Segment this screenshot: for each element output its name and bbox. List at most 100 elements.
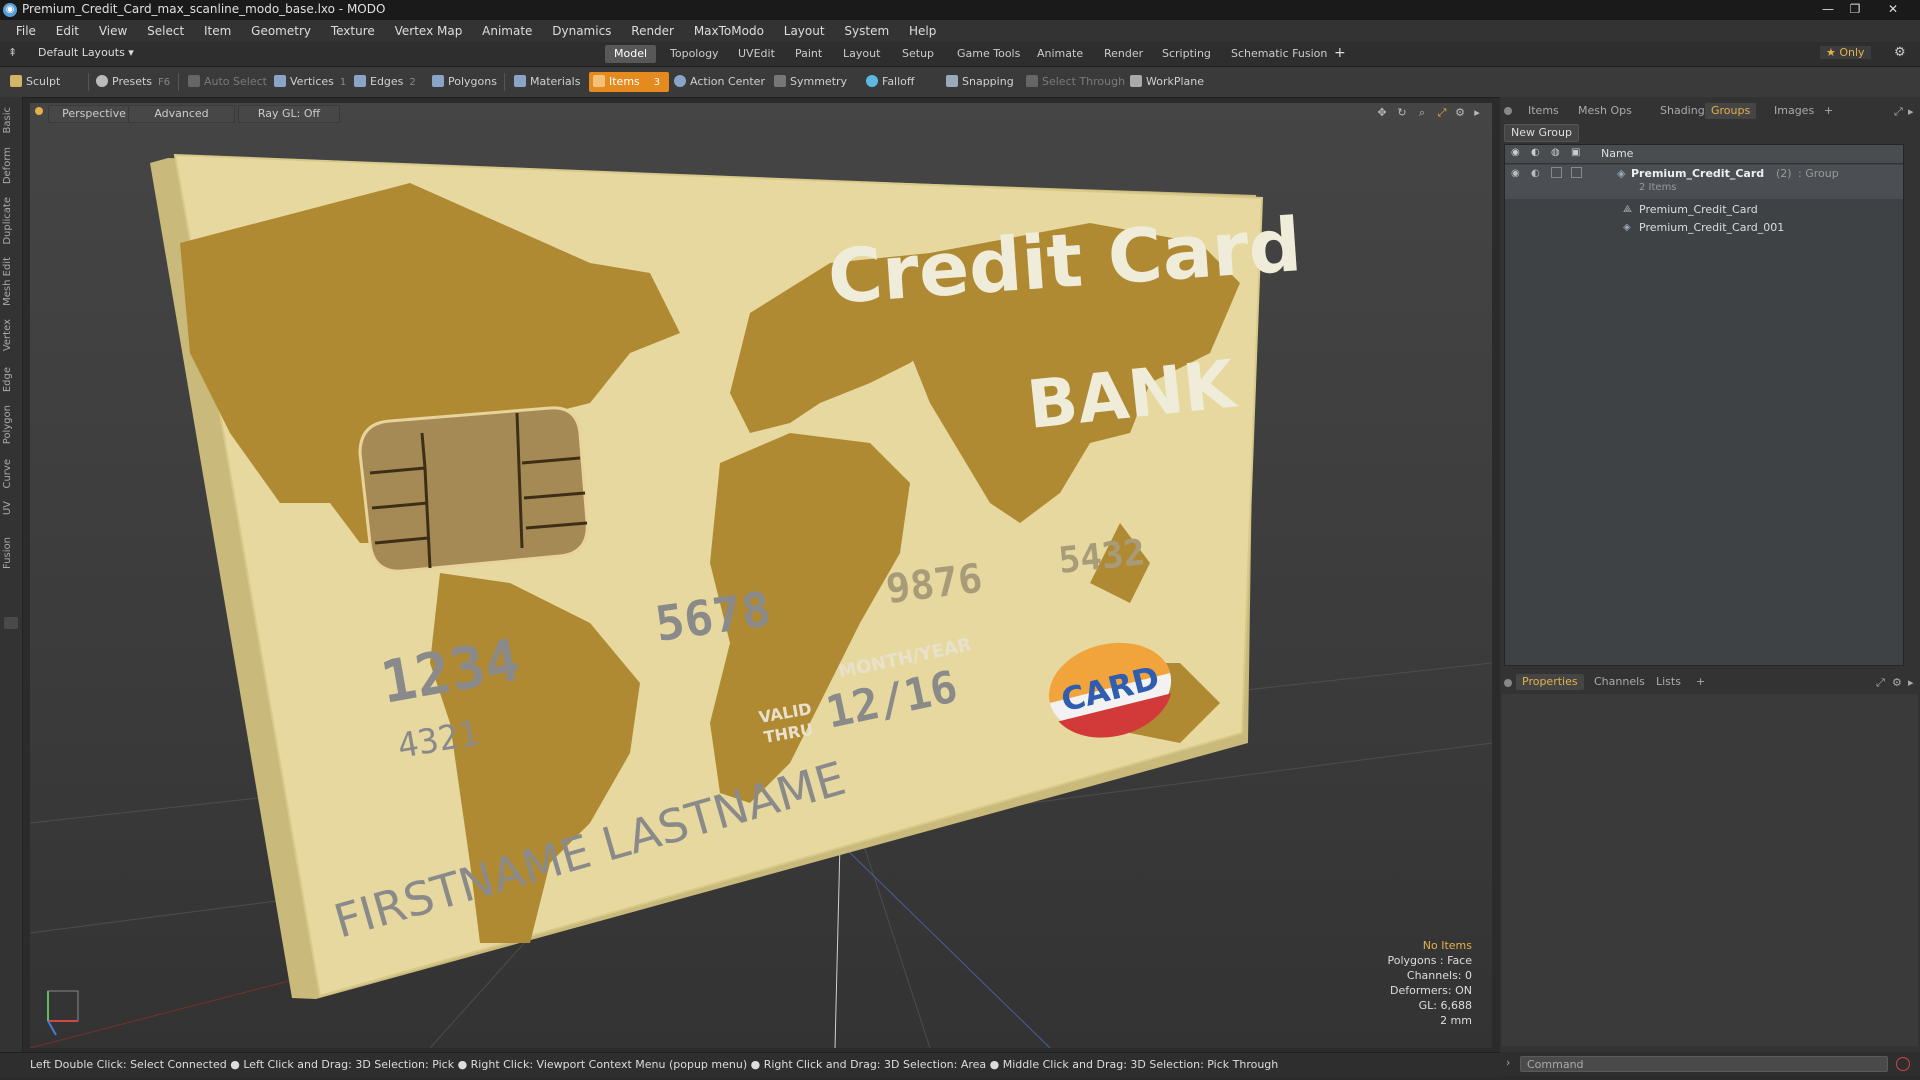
menu-layout[interactable]: Layout <box>776 20 833 42</box>
expand-panel-icon[interactable]: ⤢ <box>1894 105 1903 119</box>
tab-animate[interactable]: Animate <box>1028 45 1092 63</box>
tab-topology[interactable]: Topology <box>661 45 728 63</box>
tab-channels[interactable]: Channels <box>1588 674 1651 690</box>
move-view-icon[interactable]: ✥ <box>1375 106 1389 120</box>
auto-select-button[interactable]: Auto Select <box>184 72 273 92</box>
tab-scripting[interactable]: Scripting <box>1153 45 1220 63</box>
only-toggle[interactable]: ★ Only <box>1820 46 1871 59</box>
menu-dynamics[interactable]: Dynamics <box>544 20 619 42</box>
menu-item[interactable]: Item <box>196 20 239 42</box>
symmetry-button[interactable]: Symmetry <box>770 72 853 92</box>
tab-items[interactable]: Items <box>1522 103 1565 119</box>
panel-toggle-icon[interactable] <box>4 617 18 629</box>
tab-game-tools[interactable]: Game Tools <box>948 45 1029 63</box>
lefttab-vertex[interactable]: Vertex <box>2 319 20 351</box>
menu-maxtomodo[interactable]: MaxToModo <box>686 20 772 42</box>
menu-edit[interactable]: Edit <box>48 20 87 42</box>
lefttab-polygon[interactable]: Polygon <box>2 405 20 444</box>
falloff-button[interactable]: Falloff <box>862 72 920 92</box>
workplane-button[interactable]: WorkPlane <box>1126 72 1210 92</box>
tab-mesh-ops[interactable]: Mesh Ops <box>1572 103 1638 119</box>
add-tab-button[interactable]: + <box>1334 45 1346 61</box>
list-item[interactable]: ◈ Premium_Credit_Card_001 <box>1505 219 1903 237</box>
expand-properties-icon[interactable]: ⤢ <box>1876 676 1885 690</box>
sculpt-button[interactable]: Sculpt <box>6 72 66 92</box>
lefttab-mesh-edit[interactable]: Mesh Edit <box>2 257 20 306</box>
presets-button[interactable]: Presets F6 <box>92 72 176 92</box>
tab-uvedit[interactable]: UVEdit <box>729 45 784 63</box>
command-history-icon[interactable] <box>1896 1057 1910 1071</box>
zoom-icon[interactable]: ⌕ <box>1415 106 1429 120</box>
render-column-icon[interactable]: ◐ <box>1531 147 1540 158</box>
tab-schematic-fusion[interactable]: Schematic Fusion <box>1222 45 1336 63</box>
menu-file[interactable]: File <box>8 20 44 42</box>
viewport-arrow-icon[interactable]: ▸ <box>1470 106 1484 120</box>
command-input[interactable]: Command <box>1520 1056 1888 1072</box>
vertices-button[interactable]: Vertices 1 <box>270 72 352 92</box>
layout-expand-icon[interactable]: ⇞ <box>8 46 17 59</box>
tab-paint[interactable]: Paint <box>786 45 831 63</box>
add-properties-tab-button[interactable]: + <box>1690 674 1711 690</box>
new-group-button[interactable]: New Group <box>1504 124 1579 142</box>
lefttab-edge[interactable]: Edge <box>2 367 20 392</box>
lock-column-icon[interactable]: ◍ <box>1551 147 1560 158</box>
tab-setup[interactable]: Setup <box>893 45 943 63</box>
panel-menu-dot-icon[interactable] <box>1504 107 1512 115</box>
name-column-header[interactable]: Name <box>1601 147 1633 160</box>
menu-view[interactable]: View <box>91 20 135 42</box>
menu-system[interactable]: System <box>836 20 897 42</box>
menu-select[interactable]: Select <box>139 20 192 42</box>
perspective-dropdown[interactable]: Perspective <box>48 105 140 123</box>
default-layouts-dropdown[interactable]: Default Layouts ▾ <box>38 46 134 59</box>
rotate-view-icon[interactable]: ↻ <box>1395 106 1409 120</box>
menu-geometry[interactable]: Geometry <box>243 20 319 42</box>
viewport-menu-dot-icon[interactable] <box>35 107 43 115</box>
lefttab-deform[interactable]: Deform <box>2 147 20 184</box>
list-item[interactable]: ⟁ Premium_Credit_Card <box>1505 201 1903 219</box>
lefttab-duplicate[interactable]: Duplicate <box>2 197 20 245</box>
lefttab-curve[interactable]: Curve <box>2 459 20 489</box>
add-panel-tab-button[interactable]: + <box>1818 103 1839 119</box>
render-toggle-icon[interactable]: ◐ <box>1531 165 1540 183</box>
select-checkbox[interactable] <box>1571 167 1582 178</box>
fit-view-icon[interactable]: ⤢ <box>1435 106 1449 120</box>
tab-properties[interactable]: Properties <box>1516 674 1584 690</box>
action-center-button[interactable]: Action Center <box>670 72 771 92</box>
lock-checkbox[interactable] <box>1551 167 1562 178</box>
tab-shading[interactable]: Shading <box>1654 103 1711 119</box>
lefttab-fusion[interactable]: Fusion <box>2 537 20 569</box>
lefttab-uv[interactable]: UV <box>2 501 20 515</box>
menu-render[interactable]: Render <box>623 20 682 42</box>
select-column-icon[interactable]: ▣ <box>1571 147 1580 158</box>
menu-help[interactable]: Help <box>901 20 944 42</box>
snapping-button[interactable]: Snapping <box>942 72 1020 92</box>
edges-button[interactable]: Edges 2 <box>350 72 422 92</box>
3d-viewport[interactable]: Credit Card BANK 1234 5678 9876 5432 432… <box>30 103 1492 1048</box>
advanced-dropdown[interactable]: Advanced <box>128 105 235 123</box>
viewport-settings-icon[interactable]: ⚙ <box>1453 106 1467 120</box>
tab-render[interactable]: Render <box>1095 45 1152 63</box>
lefttab-basic[interactable]: Basic <box>2 107 20 133</box>
menu-vertex-map[interactable]: Vertex Map <box>387 20 471 42</box>
close-button[interactable]: ✕ <box>1880 1 1906 18</box>
raygl-toggle[interactable]: Ray GL: Off <box>238 105 340 123</box>
properties-arrow-icon[interactable]: ▸ <box>1908 676 1914 689</box>
minimize-button[interactable]: — <box>1815 1 1841 18</box>
materials-button[interactable]: Materials <box>510 72 586 92</box>
menu-animate[interactable]: Animate <box>474 20 540 42</box>
tab-layout[interactable]: Layout <box>834 45 889 63</box>
eye-icon[interactable]: ◉ <box>1511 165 1520 183</box>
polygons-button[interactable]: Polygons <box>428 72 503 92</box>
maximize-button[interactable]: ❐ <box>1842 1 1868 18</box>
visibility-column-icon[interactable]: ◉ <box>1511 147 1520 158</box>
tab-model[interactable]: Model <box>605 45 657 63</box>
gear-icon[interactable]: ⚙ <box>1894 45 1906 60</box>
group-row[interactable]: ◉ ◐ ◈ Premium_Credit_Card (2) : Group 2 … <box>1505 165 1903 199</box>
properties-menu-dot-icon[interactable] <box>1504 679 1512 687</box>
menu-texture[interactable]: Texture <box>323 20 383 42</box>
items-button[interactable]: Items 3 <box>589 72 669 92</box>
tab-lists[interactable]: Lists <box>1650 674 1687 690</box>
properties-gear-icon[interactable]: ⚙ <box>1892 676 1902 689</box>
tab-groups[interactable]: Groups <box>1705 103 1757 119</box>
select-through-button[interactable]: Select Through <box>1022 72 1131 92</box>
